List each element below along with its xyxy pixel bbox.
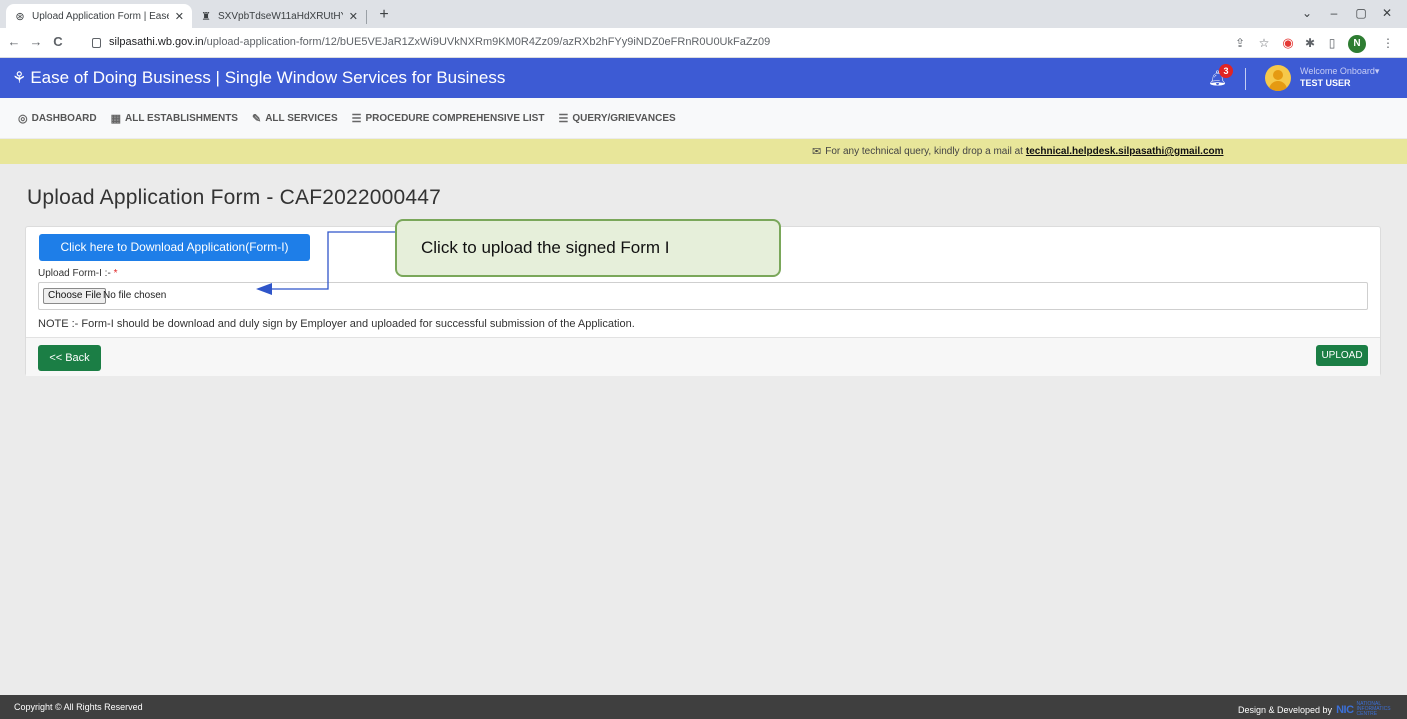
wrench-icon: ✎ <box>251 112 262 125</box>
notice-text: For any technical query, kindly drop a m… <box>825 146 1023 157</box>
forward-arrow-icon[interactable]: → <box>28 34 44 50</box>
star-icon[interactable]: ☆ <box>1256 35 1272 51</box>
sidebar-icon[interactable]: ▯ <box>1324 35 1340 51</box>
opera-extension-icon[interactable]: ◉ <box>1280 35 1296 51</box>
welcome-dropdown[interactable]: Welcome Onboard▾ <box>1300 66 1379 77</box>
upload-label-text: Upload Form-I :- <box>38 268 111 279</box>
file-input[interactable]: Choose File No file chosen <box>38 282 1368 310</box>
username: TEST USER <box>1300 78 1351 88</box>
copyright-text: Copyright © All Rights Reserved <box>14 702 143 712</box>
nav-all-establishments[interactable]: ▦ ALL ESTABLISHMENTS <box>111 112 238 125</box>
reload-icon[interactable]: C <box>50 34 66 50</box>
main-nav: ◎ DASHBOARD ▦ ALL ESTABLISHMENTS ✎ ALL S… <box>0 98 1407 138</box>
tab-title: SXVpbTdseW11aHdXRUtHYjYzR1 <box>218 10 343 22</box>
upload-note: NOTE :- Form-I should be download and du… <box>38 318 635 330</box>
brand[interactable]: ⚘ Ease of Doing Business | Single Window… <box>12 68 505 88</box>
user-avatar[interactable] <box>1265 65 1291 91</box>
restore-button[interactable]: ▢ <box>1352 6 1370 20</box>
page-footer: Copyright © All Rights Reserved Design &… <box>0 695 1407 719</box>
tab-close-icon[interactable]: ✕ <box>349 10 358 23</box>
envelope-icon: ✉ <box>812 146 822 158</box>
nav-query-grievances[interactable]: ☰ QUERY/GRIEVANCES <box>558 112 675 125</box>
nav-label: ALL SERVICES <box>265 112 338 124</box>
close-window-button[interactable]: ✕ <box>1378 6 1396 20</box>
dashboard-icon: ◎ <box>18 112 28 125</box>
lock-icon <box>92 38 101 48</box>
tab-divider <box>366 10 367 24</box>
tab-search-icon[interactable]: ⌄ <box>1298 6 1316 20</box>
tab-title: Upload Application Form | Ease c <box>32 10 169 22</box>
tab-close-icon[interactable]: ✕ <box>175 10 184 23</box>
page-title: Upload Application Form - CAF2022000447 <box>27 186 442 209</box>
choose-file-button[interactable]: Choose File <box>43 288 107 304</box>
share-icon[interactable]: ⇪ <box>1232 35 1248 51</box>
notification-badge: 3 <box>1219 64 1233 78</box>
brand-title: Ease of Doing Business | Single Window S… <box>30 68 506 87</box>
callout-text: Click to upload the signed Form I <box>421 238 670 257</box>
building-icon: ▦ <box>110 112 122 125</box>
url-field[interactable]: silpasathi.wb.gov.in/upload-application-… <box>92 33 770 51</box>
nav-label: PROCEDURE COMPREHENSIVE LIST <box>365 112 545 124</box>
card-footer: << Back UPLOAD <box>26 337 1380 376</box>
required-mark: * <box>113 268 118 279</box>
url-host: silpasathi.wb.gov.in <box>109 36 204 48</box>
minimize-button[interactable]: – <box>1325 6 1343 20</box>
browser-tab-active[interactable]: ⊛ Upload Application Form | Ease c ✕ <box>6 4 192 28</box>
app-header: ⚘ Ease of Doing Business | Single Window… <box>0 58 1407 98</box>
profile-avatar[interactable]: N <box>1348 35 1366 53</box>
list-icon: ☰ <box>558 112 569 125</box>
credit: Design & Developed by NIC NATIONAL INFOR… <box>1238 701 1391 717</box>
nic-logo: NIC <box>1336 703 1354 716</box>
credit-text: Design & Developed by <box>1238 704 1333 715</box>
puzzle-icon[interactable]: ✱ <box>1302 35 1318 51</box>
header-divider <box>1245 68 1246 90</box>
nav-all-services[interactable]: ✎ ALL SERVICES <box>252 112 338 125</box>
new-tab-button[interactable]: + <box>374 5 394 25</box>
browser-tab-inactive[interactable]: ♜ SXVpbTdseW11aHdXRUtHYjYzR1 ✕ <box>192 4 366 28</box>
back-button[interactable]: << Back <box>38 345 101 371</box>
download-application-button[interactable]: Click here to Download Application(Form-… <box>39 234 310 261</box>
nav-label: ALL ESTABLISHMENTS <box>125 112 238 124</box>
address-bar: ← → C silpasathi.wb.gov.in/upload-applic… <box>0 28 1407 58</box>
nav-label: QUERY/GRIEVANCES <box>572 112 676 124</box>
upload-form-label: Upload Form-I :- * <box>38 268 117 279</box>
list-icon: ☰ <box>351 112 362 125</box>
notice-message: ✉ For any technical query, kindly drop a… <box>812 145 1224 158</box>
browser-tab-bar: ⊛ Upload Application Form | Ease c ✕ ♜ S… <box>0 0 1407 28</box>
helpdesk-email-link[interactable]: technical.helpdesk.silpasathi@gmail.com <box>1026 146 1224 157</box>
nic-logo-subtext: NATIONAL INFORMATICS CENTRE <box>1356 701 1391 717</box>
brand-logo-icon: ⚘ <box>12 70 27 87</box>
file-status: No file chosen <box>103 290 167 301</box>
instruction-callout: Click to upload the signed Form I <box>395 219 781 277</box>
emblem-icon: ♜ <box>201 10 211 23</box>
globe-icon: ⊛ <box>15 10 25 23</box>
back-arrow-icon[interactable]: ← <box>6 34 22 50</box>
menu-icon[interactable]: ⋮ <box>1380 35 1396 51</box>
nav-dashboard[interactable]: ◎ DASHBOARD <box>18 112 97 125</box>
notice-strip: ✉ For any technical query, kindly drop a… <box>0 139 1407 164</box>
upload-button[interactable]: UPLOAD <box>1316 345 1368 366</box>
nav-label: DASHBOARD <box>31 112 97 124</box>
nav-procedure-list[interactable]: ☰ PROCEDURE COMPREHENSIVE LIST <box>352 112 545 125</box>
url-path: /upload-application-form/12/bUE5VEJaR1Zx… <box>203 36 771 48</box>
